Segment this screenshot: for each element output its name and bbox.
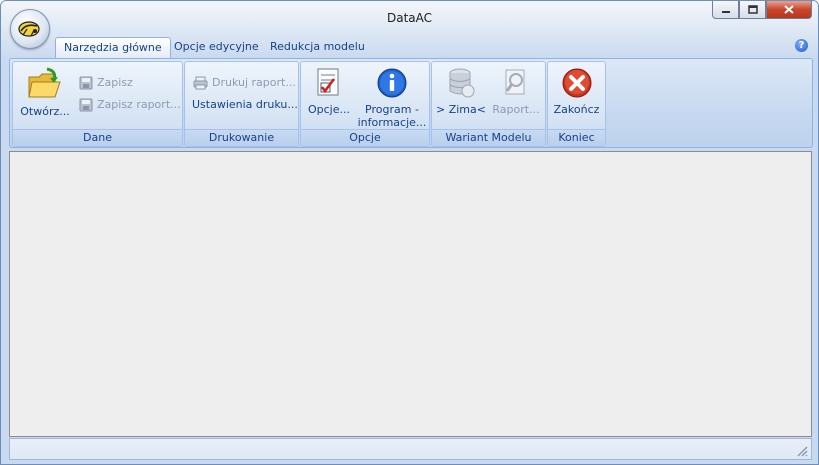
group-label-koniec: Koniec [548,129,605,146]
wariant-report-button-label: Raport... [492,103,540,116]
group-dane: Otwórz... Zapisz Zapisz raport... Dane [12,61,183,147]
minimize-icon [721,10,730,13]
exit-x-icon [562,68,591,98]
options-button-label: Opcje... [307,103,350,116]
group-drukowanie: Drukuj raport... Ustawienia druku... Dru… [184,61,299,147]
save-report-button-label: Zapisz raport... [97,98,181,111]
folder-open-icon [28,67,61,98]
zima-button-label: > Zima< [436,103,486,116]
close-window-button[interactable] [766,1,812,19]
save-report-button[interactable]: Zapisz raport... [79,96,181,114]
restore-icon [747,5,758,14]
open-button[interactable]: Otwórz... [17,65,73,118]
group-opcje: Opcje... Program - informacje... Opcje [300,61,430,147]
zima-button[interactable]: > Zima< [434,65,488,116]
printer-icon [193,76,208,90]
app-logo-icon [18,21,40,37]
app-window: DataAC Narzędzia główne Opcje edycyjne R… [0,0,819,465]
print-settings-button[interactable]: Ustawienia druku... [192,96,298,114]
group-label-drukowanie: Drukowanie [185,129,298,146]
info-icon [377,68,407,98]
status-bar [9,438,812,460]
open-button-label: Otwórz... [20,105,70,118]
options-button[interactable]: Opcje... [303,65,355,116]
program-info-label-line1: Program - [365,103,419,116]
group-koniec: Zakończ Koniec [547,61,606,147]
window-title: DataAC [386,11,433,25]
application-menu-button[interactable] [10,9,50,49]
wariant-report-button[interactable]: Raport... [490,65,542,116]
group-label-dane: Dane [13,129,182,146]
group-wariant-modelu: > Zima< Raport... Wariant Modelu [431,61,546,147]
save-disk-icon [79,76,93,90]
program-info-button[interactable]: Program - informacje... [357,65,427,129]
tab-narzedzia-glowne[interactable]: Narzędzia główne [55,37,171,58]
ribbon-tab-bar: Narzędzia główne Opcje edycyjne Redukcja… [1,35,818,59]
maximize-button[interactable] [739,1,766,19]
print-report-button[interactable]: Drukuj raport... [193,74,296,92]
window-controls [712,1,812,19]
tab-redukcja-modelu[interactable]: Redukcja modelu [262,37,373,57]
save-button-label: Zapisz [97,76,133,89]
tab-opcje-edycyjne[interactable]: Opcje edycyjne [166,37,267,57]
close-icon [784,5,794,14]
print-report-button-label: Drukuj raport... [212,76,296,89]
program-info-label-line2: informacje... [357,116,427,129]
magnifier-report-icon [505,69,525,95]
help-icon[interactable]: ? [795,39,808,52]
database-icon [449,68,475,98]
checklist-icon [317,68,339,96]
group-label-wariant-modelu: Wariant Modelu [432,129,545,146]
minimize-button[interactable] [712,1,739,19]
title-bar[interactable]: DataAC [1,1,818,35]
exit-button-label: Zakończ [553,103,600,116]
group-label-opcje: Opcje [301,129,429,146]
resize-grip-icon[interactable] [796,445,808,457]
save-disk-icon [79,98,93,112]
program-info-button-label: Program - informacje... [357,103,427,129]
main-workspace[interactable] [9,151,812,437]
print-settings-button-label: Ustawienia druku... [192,98,298,111]
exit-button[interactable]: Zakończ [550,65,603,116]
ribbon: Otwórz... Zapisz Zapisz raport... Dane D… [9,58,813,148]
save-button[interactable]: Zapisz [79,74,133,92]
